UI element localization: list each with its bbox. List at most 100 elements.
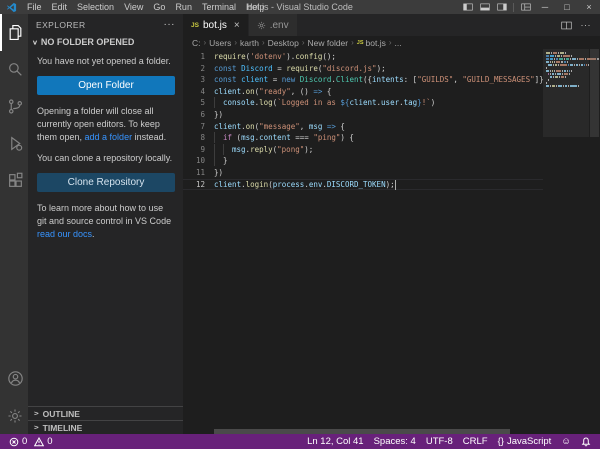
language-status[interactable]: {} JavaScript bbox=[493, 436, 557, 447]
line-text: const Discord = require("discord.js"); bbox=[214, 63, 543, 75]
code-line[interactable]: 3const client = new Discord.Client({inte… bbox=[183, 74, 543, 86]
horizontal-scrollbar-thumb[interactable] bbox=[214, 429, 510, 434]
menu-help[interactable]: Help bbox=[241, 0, 270, 14]
tab-env[interactable]: .env bbox=[249, 14, 298, 36]
indentation-status[interactable]: Spaces: 4 bbox=[369, 436, 421, 447]
explorer-title: EXPLORER bbox=[36, 20, 86, 30]
breadcrumb-item[interactable]: C: bbox=[192, 38, 201, 48]
close-button[interactable]: × bbox=[578, 0, 600, 14]
minimize-button[interactable]: ─ bbox=[534, 0, 556, 14]
git-note-tail: . bbox=[92, 229, 95, 239]
breadcrumb-separator-icon: › bbox=[302, 38, 305, 47]
line-text: }) bbox=[214, 167, 543, 179]
problems-status[interactable]: 0 0 bbox=[4, 436, 58, 447]
code-line[interactable]: 7client.on("message", msg => { bbox=[183, 121, 543, 133]
breadcrumb-item[interactable]: New folder bbox=[307, 38, 348, 48]
language-label: JavaScript bbox=[507, 436, 551, 447]
split-editor-icon[interactable] bbox=[561, 21, 572, 30]
breadcrumb-item[interactable]: ... bbox=[395, 38, 402, 48]
explorer-button[interactable] bbox=[0, 14, 28, 51]
explorer-more-icon[interactable]: ··· bbox=[164, 19, 176, 30]
code-line[interactable]: 2const Discord = require("discord.js"); bbox=[183, 63, 543, 75]
minimap[interactable] bbox=[543, 49, 589, 434]
feedback-smiley-icon[interactable]: ☺ bbox=[556, 436, 576, 447]
maximize-button[interactable]: □ bbox=[556, 0, 578, 14]
encoding-status[interactable]: UTF-8 bbox=[421, 436, 458, 447]
status-left: 0 0 bbox=[4, 436, 58, 447]
menu-view[interactable]: View bbox=[119, 0, 148, 14]
code-line[interactable]: 12client.login(process.env.DISCORD_TOKEN… bbox=[183, 179, 543, 191]
debug-icon bbox=[7, 135, 24, 152]
sidebar: EXPLORER ··· ∨ NO FOLDER OPENED You have… bbox=[28, 14, 183, 434]
code-line[interactable]: 4client.on("ready", () => { bbox=[183, 86, 543, 98]
no-folder-section-header[interactable]: ∨ NO FOLDER OPENED bbox=[28, 35, 183, 50]
breadcrumb-label: bot.js bbox=[366, 38, 386, 48]
tab-bot-js[interactable]: JSbot.js× bbox=[183, 14, 249, 36]
title-bar: FileEditSelectionViewGoRunTerminalHelp b… bbox=[0, 0, 600, 14]
menu-go[interactable]: Go bbox=[148, 0, 170, 14]
run-debug-button[interactable] bbox=[0, 125, 28, 162]
menu-edit[interactable]: Edit bbox=[47, 0, 73, 14]
breadcrumb-separator-icon: › bbox=[389, 38, 392, 47]
cursor-position-status[interactable]: Ln 12, Col 41 bbox=[302, 436, 369, 447]
search-button[interactable] bbox=[0, 51, 28, 88]
horizontal-scrollbar[interactable] bbox=[214, 429, 543, 434]
code-line[interactable]: 5console.log(`Logged in as ${client.user… bbox=[183, 97, 543, 109]
js-icon: JS bbox=[357, 40, 364, 46]
toggle-panel-icon[interactable] bbox=[476, 0, 493, 14]
clone-repository-button[interactable]: Clone Repository bbox=[37, 173, 175, 192]
toggle-secondary-sidebar-icon[interactable] bbox=[493, 0, 510, 14]
menu-terminal[interactable]: Terminal bbox=[197, 0, 241, 14]
warning-count: 0 bbox=[47, 436, 52, 447]
source-control-icon bbox=[7, 98, 24, 115]
code-line[interactable]: 11}) bbox=[183, 167, 543, 179]
line-number: 4 bbox=[183, 86, 205, 98]
source-control-button[interactable] bbox=[0, 88, 28, 125]
code-lines[interactable]: 1require('dotenv').config();2const Disco… bbox=[183, 49, 543, 434]
code-line[interactable]: 8if (msg.content === "ping") { bbox=[183, 132, 543, 144]
customize-layout-icon[interactable] bbox=[517, 0, 534, 14]
code-line[interactable]: 6}) bbox=[183, 109, 543, 121]
breadcrumb-label: Users bbox=[209, 38, 231, 48]
code-area[interactable]: 1require('dotenv').config();2const Disco… bbox=[183, 49, 600, 434]
braces-icon: {} bbox=[498, 436, 504, 447]
account-icon bbox=[7, 370, 24, 387]
toggle-sidebar-icon[interactable] bbox=[459, 0, 476, 14]
breadcrumb-item[interactable]: Desktop bbox=[268, 38, 299, 48]
vertical-scrollbar-thumb[interactable] bbox=[590, 49, 599, 137]
tab-bar: JSbot.js×.env ··· bbox=[183, 14, 600, 36]
vertical-scrollbar[interactable] bbox=[589, 49, 600, 434]
line-number: 9 bbox=[183, 144, 205, 156]
breadcrumb-label: ... bbox=[395, 38, 402, 48]
menu-file[interactable]: File bbox=[22, 0, 47, 14]
code-line[interactable]: 10} bbox=[183, 155, 543, 167]
window-controls: ─ □ × bbox=[459, 0, 600, 14]
line-number: 6 bbox=[183, 109, 205, 121]
editor-more-icon[interactable]: ··· bbox=[581, 20, 592, 30]
menu-run[interactable]: Run bbox=[170, 0, 197, 14]
code-line[interactable]: 1require('dotenv').config(); bbox=[183, 51, 543, 63]
line-text: client.on("message", msg => { bbox=[214, 121, 543, 133]
breadcrumb-item[interactable]: JSbot.js bbox=[357, 38, 386, 48]
eol-status[interactable]: CRLF bbox=[458, 436, 493, 447]
extensions-button[interactable] bbox=[0, 162, 28, 199]
add-folder-link[interactable]: add a folder bbox=[85, 132, 133, 142]
read-docs-link[interactable]: read our docs bbox=[37, 229, 92, 239]
accounts-button[interactable] bbox=[0, 360, 28, 397]
open-folder-button[interactable]: Open Folder bbox=[37, 76, 175, 95]
notifications-bell-icon[interactable] bbox=[576, 437, 596, 447]
outline-section[interactable]: > OUTLINE bbox=[28, 406, 183, 420]
breadcrumb-item[interactable]: karth bbox=[240, 38, 259, 48]
divider bbox=[513, 3, 514, 12]
line-text: if (msg.content === "ping") { bbox=[214, 132, 543, 144]
code-line[interactable]: 9msg.reply("pong"); bbox=[183, 144, 543, 156]
timeline-section[interactable]: > TIMELINE bbox=[28, 420, 183, 434]
git-note-text: To learn more about how to use git and s… bbox=[37, 203, 171, 226]
close-icon[interactable]: × bbox=[234, 20, 240, 31]
indent-guide bbox=[214, 132, 223, 143]
settings-button[interactable] bbox=[0, 397, 28, 434]
breadcrumb-item[interactable]: Users bbox=[209, 38, 231, 48]
menu-selection[interactable]: Selection bbox=[72, 0, 119, 14]
line-text: client.login(process.env.DISCORD_TOKEN); bbox=[214, 179, 543, 191]
breadcrumb-separator-icon: › bbox=[204, 38, 207, 47]
